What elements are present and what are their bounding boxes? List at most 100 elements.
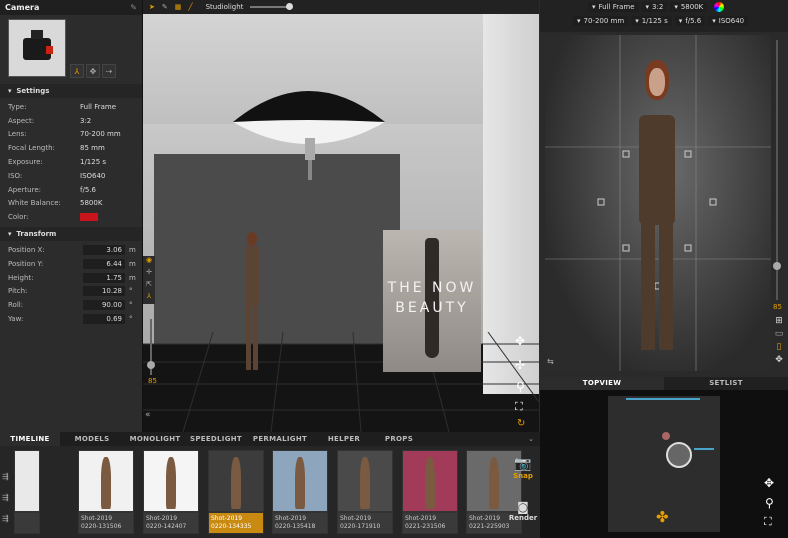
- camera-panel-title: Camera ✎: [0, 0, 142, 15]
- exposure-select[interactable]: ▾ 1/125 s: [631, 16, 672, 26]
- shot-thumbnail[interactable]: Shot-2019 0220-131506: [78, 450, 134, 534]
- line-tool-icon[interactable]: ╱: [188, 3, 192, 11]
- transform-input[interactable]: 6.44: [83, 258, 125, 269]
- crosshair-icon[interactable]: ✛: [143, 268, 155, 280]
- aspect-select[interactable]: ▾ 3:2: [641, 2, 668, 12]
- pin-icon[interactable]: ✎: [130, 3, 137, 12]
- topview-camera-icon[interactable]: ✤: [656, 508, 669, 526]
- expand-icon[interactable]: ⇱: [143, 280, 155, 292]
- viewport-side-toolbar: ◉ ✛ ⇱ ⅄: [143, 256, 155, 304]
- lens-select[interactable]: ▾ 70-200 mm: [573, 16, 629, 26]
- zoom-slider[interactable]: [147, 319, 155, 375]
- camera-thumbnail: [8, 19, 66, 77]
- topview-model-icon[interactable]: [662, 432, 670, 440]
- render-button[interactable]: ◙ Render: [508, 500, 538, 534]
- shot-thumbnail[interactable]: Shot-2019 0220-171910: [337, 450, 393, 534]
- umbrella-light[interactable]: [229, 80, 389, 180]
- setting-value[interactable]: 1/125 s: [80, 158, 106, 166]
- camera-mode-icon[interactable]: ◉: [143, 256, 155, 268]
- collapse-bottom-icon[interactable]: ⌄: [528, 435, 534, 443]
- setting-value[interactable]: ISO640: [80, 172, 105, 180]
- poster[interactable]: THE NOW BEAUTY: [383, 230, 481, 372]
- orbit-icon[interactable]: ✢: [515, 358, 525, 372]
- transform-row: Yaw: 0.69 °: [0, 312, 142, 326]
- zoom-icon[interactable]: ⚲: [516, 380, 525, 394]
- type-select[interactable]: ▾ Full Frame: [588, 2, 639, 12]
- grid-overlay-icon[interactable]: ⊞: [772, 316, 786, 329]
- axis-icon[interactable]: ⅄: [143, 292, 155, 304]
- shot-thumbnail[interactable]: Shot-2019 0220-135418: [272, 450, 328, 534]
- wb-select[interactable]: ▾ 5800K: [670, 2, 708, 12]
- snap-label: Snap: [513, 472, 533, 480]
- tab-models[interactable]: MODELS: [60, 435, 124, 443]
- transform-section-header[interactable]: ▾ Transform: [0, 227, 142, 242]
- tab-helper[interactable]: HELPER: [314, 435, 374, 443]
- topview-fit-icon[interactable]: ⛶: [764, 515, 772, 529]
- portrait-icon[interactable]: ▯: [772, 342, 786, 355]
- topview-light-icon[interactable]: [666, 442, 692, 468]
- shot-image: [144, 451, 198, 511]
- setting-value[interactable]: 3:2: [80, 117, 91, 125]
- settings-section-header[interactable]: ▾ Settings: [0, 84, 142, 98]
- preview-toolbar: ▾ Full Frame ▾ 3:2 ▾ 5800K ▾ 70-200 mm ▾…: [540, 0, 788, 32]
- move-tool-icon[interactable]: ✥: [86, 64, 100, 78]
- setting-value[interactable]: Full Frame: [80, 103, 116, 111]
- right-tabs: TOPVIEW SETLIST: [540, 377, 788, 390]
- preset-slider[interactable]: [250, 3, 294, 10]
- reset-icon[interactable]: ↻: [517, 418, 525, 429]
- transform-row: Position Y: 6.44 m: [0, 257, 142, 271]
- shot-time: 0221-231506: [405, 523, 446, 530]
- tab-speedlight[interactable]: SPEEDLIGHT: [186, 435, 246, 443]
- preview-corner-icon[interactable]: ⇆: [547, 357, 554, 366]
- transform-input[interactable]: 1.75: [83, 272, 125, 283]
- pen-tool-icon[interactable]: ✎: [162, 3, 168, 11]
- camera-panel: Camera ✎ ⅄ ✥ ⇢ ▾ Settings Type: Full Frame…: [0, 0, 143, 432]
- setting-key: ISO:: [8, 171, 23, 180]
- pan-icon[interactable]: ✥: [515, 334, 525, 348]
- shot-image: [338, 451, 392, 511]
- orient-tool-icon[interactable]: ⅄: [70, 64, 84, 78]
- tab-topview[interactable]: TOPVIEW: [540, 377, 664, 390]
- setting-value[interactable]: 5800K: [80, 199, 102, 207]
- grid-tool-icon[interactable]: ▦: [175, 3, 182, 11]
- setting-value[interactable]: f/5.6: [80, 186, 96, 194]
- frame-icon[interactable]: ▭: [772, 329, 786, 342]
- shot-thumbnail[interactable]: Shot-2019 0220-142407: [143, 450, 199, 534]
- transform-input[interactable]: 0.69: [83, 314, 125, 325]
- tab-monolight[interactable]: MONOLIGHT: [124, 435, 186, 443]
- color-swatch[interactable]: [80, 213, 98, 222]
- topview-pan-icon[interactable]: ✥: [764, 476, 774, 490]
- tab-permalight[interactable]: PERMALIGHT: [246, 435, 314, 443]
- topview-area[interactable]: ✤: [608, 396, 720, 532]
- tab-props[interactable]: PROPS: [374, 435, 424, 443]
- topview-zoom-icon[interactable]: ⚲: [765, 496, 774, 510]
- snap-camera-icon: 📷: [514, 456, 532, 472]
- 3d-viewport[interactable]: THE NOW BEAUTY ◉ ✛ ⇱ ⅄ 85 « ✥ ✢ ⚲ ⛶ ↻: [143, 14, 539, 432]
- camera-preview[interactable]: ⇆: [545, 35, 771, 371]
- setting-value[interactable]: 70-200 mm: [80, 130, 121, 138]
- collapse-left-icon[interactable]: «: [145, 410, 151, 420]
- transform-input[interactable]: 10.28: [83, 286, 125, 297]
- snap-button[interactable]: 📷 Snap: [508, 456, 538, 494]
- iso-select[interactable]: ▾ ISO640: [708, 16, 749, 26]
- transform-row: Height: 1.75 m: [0, 271, 142, 285]
- select-tool-icon[interactable]: ➤: [149, 3, 155, 11]
- shot-thumbnail[interactable]: [14, 450, 40, 534]
- color-wheel-icon[interactable]: [714, 2, 725, 12]
- shot-label: Shot-2019 0220-171910: [338, 513, 392, 533]
- shot-thumbnail[interactable]: Shot-2019 0221-231506: [402, 450, 458, 534]
- transform-input[interactable]: 3.06: [83, 245, 125, 256]
- fit-icon[interactable]: ⛶: [515, 400, 523, 414]
- tab-setlist[interactable]: SETLIST: [664, 377, 788, 390]
- aperture-select[interactable]: ▾ f/5.6: [674, 16, 706, 26]
- transform-input[interactable]: 90.00: [83, 300, 125, 311]
- shot-thumbnail[interactable]: Shot-2019 0220-134335: [208, 450, 264, 534]
- model-figure[interactable]: [242, 232, 262, 374]
- rotate-tool-icon[interactable]: ⇢: [102, 64, 116, 78]
- topview-panel: ✤ ✥ ⚲ ⛶: [540, 390, 788, 538]
- preview-zoom-slider[interactable]: [773, 40, 781, 300]
- focus-icon[interactable]: ✥: [772, 355, 786, 368]
- tab-timeline[interactable]: TIMELINE: [0, 432, 60, 446]
- shot-time: 0220-171910: [340, 523, 381, 530]
- setting-value[interactable]: 85 mm: [80, 144, 105, 152]
